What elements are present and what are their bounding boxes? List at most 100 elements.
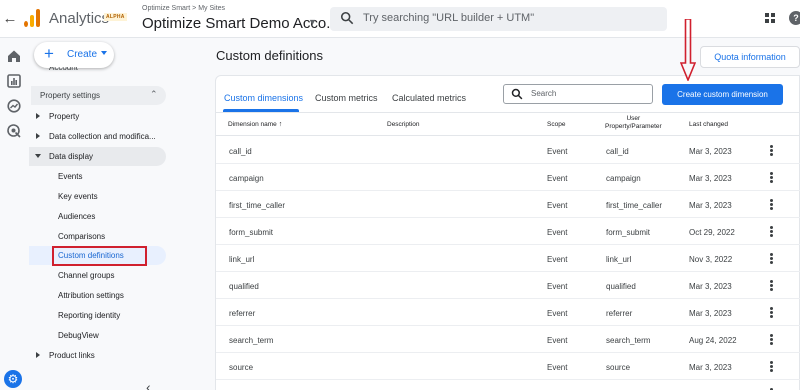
table-row[interactable]: referrer Event referrer Mar 3, 2023 xyxy=(216,299,800,326)
nav-item-data-collection[interactable]: Data collection and modifica... xyxy=(29,127,169,146)
column-label-line2: Property/Parameter xyxy=(605,123,662,130)
table-row[interactable]: form_submit Event form_submit Oct 29, 2022 xyxy=(216,218,800,245)
nav-item-debugview[interactable]: DebugView xyxy=(29,326,169,345)
create-custom-dimension-button[interactable]: Create custom dimension xyxy=(662,84,783,105)
search-icon xyxy=(340,11,354,25)
nav-label: Key events xyxy=(58,192,98,201)
nav-label: Reporting identity xyxy=(58,311,121,320)
nav-item-account[interactable]: Account xyxy=(49,67,78,71)
property-settings-header[interactable]: Property settings ⌃ xyxy=(31,86,166,105)
more-vert-icon[interactable] xyxy=(770,199,773,210)
table-row[interactable]: qualified Event qualified Mar 3, 2023 xyxy=(216,272,800,299)
expand-arrow-icon xyxy=(36,113,40,119)
cell-date: Nov 3, 2022 xyxy=(689,255,733,264)
cell-date: Aug 24, 2022 xyxy=(689,336,737,345)
analytics-logo[interactable] xyxy=(24,9,41,27)
table-row[interactable]: campaign Event campaign Mar 3, 2023 xyxy=(216,164,800,191)
nav-label: Product links xyxy=(49,351,95,360)
cell-name: campaign xyxy=(229,174,264,183)
tab-calculated-metrics[interactable]: Calculated metrics xyxy=(392,93,466,103)
more-vert-icon[interactable] xyxy=(770,361,773,372)
table-row[interactable]: search_term Event search_term Aug 24, 2022 xyxy=(216,326,800,353)
cell-scope: Event xyxy=(547,309,568,318)
collapse-nav-chevron-icon[interactable]: ‹ xyxy=(146,379,151,390)
active-tab-indicator xyxy=(223,109,299,112)
nav-label: DebugView xyxy=(58,331,99,340)
cell-param: link_url xyxy=(606,255,632,264)
more-vert-icon[interactable] xyxy=(770,334,773,345)
more-vert-icon[interactable] xyxy=(770,172,773,183)
nav-label: Property xyxy=(49,112,80,121)
help-icon[interactable]: ? xyxy=(789,11,800,25)
nav-label: Attribution settings xyxy=(58,291,124,300)
sort-ascending-icon[interactable]: ↑ xyxy=(279,121,283,128)
column-label: Dimension name xyxy=(228,121,277,128)
table-row[interactable]: tracking_numberEventtracking_numberMar 3… xyxy=(216,380,800,390)
breadcrumb[interactable]: Optimize Smart > My Sites xyxy=(142,5,225,12)
nav-item-key-events[interactable]: Key events xyxy=(29,187,169,206)
nav-item-product-links[interactable]: Product links xyxy=(29,346,169,365)
table-row[interactable]: link_url Event link_url Nov 3, 2022 xyxy=(216,245,800,272)
back-arrow-icon[interactable]: ← xyxy=(2,10,18,27)
app-name: Analytics xyxy=(49,10,110,27)
custom-definitions-card: Custom dimensions Custom metrics Calcula… xyxy=(215,75,800,390)
cell-param: campaign xyxy=(606,174,641,183)
table-row[interactable]: call_id Event call_id Mar 3, 2023 xyxy=(216,137,800,164)
table-row[interactable]: source Event source Mar 3, 2023 xyxy=(216,353,800,380)
cell-scope: Event xyxy=(547,282,568,291)
tab-custom-metrics[interactable]: Custom metrics xyxy=(315,93,378,103)
table-header: Dimension name ↑ Description Scope User P… xyxy=(216,113,800,136)
cell-date: Mar 3, 2023 xyxy=(689,147,732,156)
global-search-input[interactable]: Try searching "URL builder + UTM" xyxy=(330,7,667,31)
cell-param: first_time_caller xyxy=(606,201,663,210)
nav-label: Audiences xyxy=(58,212,96,221)
nav-label: Events xyxy=(58,172,83,181)
cell-name: form_submit xyxy=(229,228,274,237)
nav-item-comparisons[interactable]: Comparisons xyxy=(29,227,169,246)
create-button[interactable]: + Create xyxy=(34,42,114,68)
cell-scope: Event xyxy=(547,201,568,210)
quota-information-button[interactable]: Quota information xyxy=(700,46,800,68)
expand-arrow-icon xyxy=(36,352,40,358)
caret-down-icon[interactable]: ▼ xyxy=(308,17,317,27)
column-scope: Scope xyxy=(547,121,566,128)
dropdown-arrow-icon xyxy=(101,51,107,55)
nav-item-property[interactable]: Property xyxy=(29,107,169,126)
more-vert-icon[interactable] xyxy=(770,226,773,237)
nav-item-events[interactable]: Events xyxy=(29,167,169,186)
cell-name: referrer xyxy=(229,309,256,318)
expand-arrow-icon xyxy=(36,133,40,139)
tab-custom-dimensions[interactable]: Custom dimensions xyxy=(224,93,303,103)
admin-gear-icon[interactable]: ⚙ xyxy=(4,370,22,388)
apps-grid-icon[interactable] xyxy=(765,13,775,23)
cell-date: Mar 3, 2023 xyxy=(689,363,732,372)
annotation-arrow xyxy=(680,19,696,81)
nav-item-audiences[interactable]: Audiences xyxy=(29,207,169,226)
explore-icon[interactable] xyxy=(6,98,22,114)
cell-date: Mar 3, 2023 xyxy=(689,282,732,291)
annotation-highlight-box xyxy=(52,246,147,266)
cell-name: call_id xyxy=(229,147,252,156)
nav-item-data-display[interactable]: Data display xyxy=(29,147,166,166)
table-search-input[interactable]: Search xyxy=(503,84,653,104)
reports-icon[interactable] xyxy=(6,73,22,89)
cell-scope: Event xyxy=(547,174,568,183)
table-row[interactable]: first_time_caller Event first_time_caller M… xyxy=(216,191,800,218)
search-icon xyxy=(511,88,523,100)
cell-scope: Event xyxy=(547,255,568,264)
more-vert-icon[interactable] xyxy=(770,145,773,156)
more-vert-icon[interactable] xyxy=(770,253,773,264)
nav-item-reporting-identity[interactable]: Reporting identity xyxy=(29,306,169,325)
more-vert-icon[interactable] xyxy=(770,280,773,291)
nav-item-attribution-settings[interactable]: Attribution settings xyxy=(29,286,169,305)
cell-scope: Event xyxy=(547,363,568,372)
column-dimension-name[interactable]: Dimension name ↑ xyxy=(228,121,282,128)
cell-date: Mar 3, 2023 xyxy=(689,309,732,318)
more-vert-icon[interactable] xyxy=(770,307,773,318)
nav-item-channel-groups[interactable]: Channel groups xyxy=(29,266,169,285)
search-placeholder: Search xyxy=(531,89,557,98)
cell-scope: Event xyxy=(547,147,568,156)
home-icon[interactable] xyxy=(6,48,22,64)
cell-scope: Event xyxy=(547,228,568,237)
advertising-icon[interactable] xyxy=(6,123,22,139)
